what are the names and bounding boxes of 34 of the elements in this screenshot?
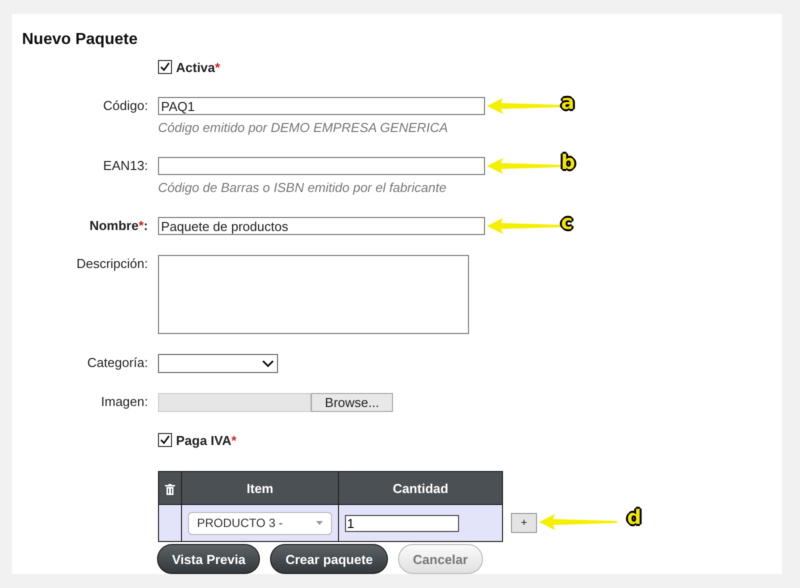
field-hint: Código emitido por DEMO EMPRESA GENERICA [158,119,449,137]
text-field[interactable] [158,157,485,175]
text-field[interactable]: Paquete de productos [158,217,485,235]
description-field[interactable] [158,255,469,334]
callout-letter: d [627,505,642,529]
field-label: Nombre*: [89,217,148,235]
field-label: Descripción: [76,255,148,273]
quantity-field[interactable]: 1 [345,514,459,532]
text-field[interactable]: PAQ1 [158,97,485,115]
field-label: Categoría: [87,354,148,372]
field-label: Imagen: [101,393,148,411]
checkbox[interactable] [158,433,172,447]
checkbox[interactable] [158,60,172,74]
field-label: Código: [103,97,148,115]
item-dropdown[interactable]: PRODUCTO 3 - [188,512,332,534]
category-dropdown[interactable] [158,354,278,373]
callout-letter: a [561,90,574,114]
browse-button[interactable]: Browse... [311,393,393,412]
file-path-field[interactable] [158,393,311,412]
caret-icon [316,521,323,525]
trash-icon[interactable] [165,484,175,495]
callout-letter: b [561,150,576,174]
column-header: Item [182,472,338,504]
checkbox-label[interactable]: Activa* [158,57,782,77]
action-button[interactable]: Crear paquete [270,544,388,574]
column-header: Cantidad [338,472,502,504]
action-button[interactable]: Vista Previa [157,544,260,574]
checkbox-label[interactable]: Paga IVA* [158,430,782,450]
field-hint: Código de Barras o ISBN emitido por el fabricante [158,179,448,197]
chevron-down-icon [262,360,274,368]
add-row-button[interactable]: + [511,513,537,533]
page-title: Nuevo Paquete [22,30,139,50]
field-label: EAN13: [103,157,148,175]
callout-letter: c [561,210,573,234]
